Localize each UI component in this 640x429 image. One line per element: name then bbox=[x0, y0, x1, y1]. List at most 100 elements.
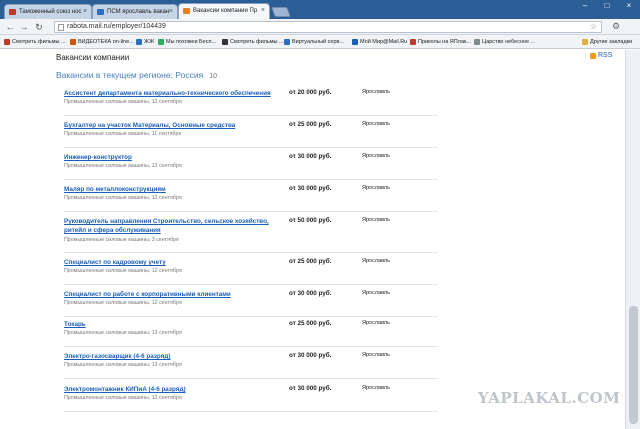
vacancy-company-date: Промышленные силовые машины, 13 сентября bbox=[64, 163, 182, 169]
vacancy-row: Электро-газосварщик (4-6 разряд) Промышл… bbox=[64, 352, 438, 379]
tab-favicon-icon bbox=[9, 9, 16, 15]
vacancy-row: Маляр по металлоконструкциям Промышленны… bbox=[64, 185, 438, 212]
vacancy-company-date: Промышленные силовые машины, 12 сентября bbox=[64, 195, 182, 201]
tab-label: Таможенный союз нос bbox=[19, 9, 82, 15]
vacancy-row: Бухгалтер на участок Материалы, Основные… bbox=[64, 121, 438, 148]
vacancy-row: Электромонтажник КИПиА (4-6 разряд) Пром… bbox=[64, 385, 438, 412]
forward-icon[interactable]: → bbox=[18, 21, 30, 33]
bookmark-label: Виртуальный серв... bbox=[292, 39, 345, 45]
bookmark-item[interactable]: Мой Мир@Mail.Ru bbox=[352, 37, 407, 47]
vacancy-city: Ярославль bbox=[362, 185, 390, 191]
bookmark-label: ВИДЕОТЕКА on-line... bbox=[78, 39, 134, 45]
bookmark-item[interactable]: Смотреть фильмы ... bbox=[222, 37, 284, 47]
rss-link[interactable]: RSS bbox=[590, 52, 612, 59]
vacancy-salary: от 50 000 руб. bbox=[289, 217, 332, 224]
vacancy-company-date: Промышленные силовые машины, 3 сентября bbox=[64, 237, 179, 243]
tab-3-active[interactable]: Вакансии компании Пр × bbox=[178, 3, 270, 19]
other-bookmarks[interactable]: Другие закладки bbox=[582, 37, 632, 47]
bookmark-item[interactable]: Смотреть фильмы ... bbox=[4, 37, 66, 47]
vacancy-title-link[interactable]: Токарь bbox=[64, 320, 274, 329]
vacancy-title-link[interactable]: Специалист по работе с корпоративными кл… bbox=[64, 290, 274, 299]
vacancy-salary: от 30 000 руб. bbox=[289, 352, 332, 359]
vacancy-salary: от 25 000 руб. bbox=[289, 258, 332, 265]
vacancy-title-link[interactable]: Специалист по кадровому учету bbox=[64, 258, 274, 267]
bookmark-item[interactable]: Царство небесное ... bbox=[474, 37, 535, 47]
vacancy-company-date: Промышленные силовые машины, 12 сентября bbox=[64, 300, 182, 306]
vacancy-city: Ярославль bbox=[362, 290, 390, 296]
bookmark-label: ЖЖ bbox=[144, 39, 155, 45]
scrollbar-thumb[interactable] bbox=[629, 306, 638, 424]
close-tab-icon[interactable]: × bbox=[83, 8, 87, 15]
bookmark-favicon-icon bbox=[410, 39, 416, 45]
vacancy-city: Ярославль bbox=[362, 258, 390, 264]
bookmark-label: Смотреть фильмы ... bbox=[12, 39, 66, 45]
bookmark-item[interactable]: Мы похожеи Бесп... bbox=[158, 37, 216, 47]
bookmark-favicon-icon bbox=[284, 39, 290, 45]
wrench-menu-icon[interactable]: ⚙ bbox=[612, 21, 620, 32]
bookmark-favicon-icon bbox=[70, 39, 76, 45]
region-count: 10 bbox=[209, 73, 217, 80]
bookmark-item[interactable]: Виртуальный серв... bbox=[284, 37, 344, 47]
close-tab-icon[interactable]: × bbox=[261, 7, 265, 14]
bookmark-favicon-icon bbox=[4, 39, 10, 45]
bookmark-star-icon[interactable]: ☆ bbox=[590, 22, 597, 32]
vacancy-title-link[interactable]: Ассистент департамента материально-техни… bbox=[64, 89, 274, 98]
vacancy-salary: от 20 000 руб. bbox=[289, 89, 332, 96]
vacancy-row: Ассистент департамента материально-техни… bbox=[64, 89, 438, 116]
vacancy-salary: от 30 000 руб. bbox=[289, 385, 332, 392]
tab-label: Вакансии компании Пр bbox=[193, 8, 258, 14]
vacancy-company-date: Промышленные силовые машины, 13 сентября bbox=[64, 330, 182, 336]
bookmark-label: Приколы на ЯПлак... bbox=[418, 39, 471, 45]
vacancy-row: Руководитель направления Строительство, … bbox=[64, 217, 438, 253]
bookmark-item[interactable]: ВИДЕОТЕКА on-line... bbox=[70, 37, 134, 47]
bookmark-favicon-icon bbox=[136, 39, 142, 45]
close-window-icon[interactable]: × bbox=[618, 0, 640, 13]
maximize-icon[interactable]: □ bbox=[596, 0, 618, 13]
tab-1[interactable]: Таможенный союз нос × bbox=[4, 4, 92, 19]
vacancy-company-date: Промышленные силовые машины, 12 сентября bbox=[64, 99, 182, 105]
bookmark-label: Другие закладки bbox=[590, 39, 633, 45]
minimize-icon[interactable]: – bbox=[574, 0, 596, 13]
tab-favicon-icon bbox=[97, 9, 104, 15]
vacancy-salary: от 30 000 руб. bbox=[289, 185, 332, 192]
vacancy-salary: от 25 000 руб. bbox=[289, 320, 332, 327]
page-title: Вакансии компании bbox=[56, 53, 130, 62]
vacancy-company-date: Промышленные силовые машины, 13 сентября bbox=[64, 362, 182, 368]
vacancy-company-date: Промышленные силовые машины, 11 сентября bbox=[64, 131, 182, 137]
back-icon[interactable]: ← bbox=[4, 21, 16, 33]
reload-icon[interactable]: ↻ bbox=[33, 21, 45, 33]
vacancy-title-link[interactable]: Маляр по металлоконструкциям bbox=[64, 185, 274, 194]
vacancy-city: Ярославль bbox=[362, 352, 390, 358]
vacancy-city: Ярославль bbox=[362, 217, 390, 223]
folder-icon bbox=[582, 39, 588, 45]
tab-strip: Таможенный союз нос × ПСМ ярославль вака… bbox=[0, 0, 640, 19]
vacancy-company-date: Промышленные силовые машины, 12 сентября bbox=[64, 395, 182, 401]
vacancy-row: Инженер-конструктор Промышленные силовые… bbox=[64, 153, 438, 180]
bookmark-item[interactable]: ЖЖ bbox=[136, 37, 154, 47]
vacancy-salary: от 25 000 руб. bbox=[289, 121, 332, 128]
vacancy-title-link[interactable]: Руководитель направления Строительство, … bbox=[64, 217, 274, 235]
vacancy-salary: от 30 000 руб. bbox=[289, 153, 332, 160]
vacancy-row: Специалист по кадровому учету Промышленн… bbox=[64, 258, 438, 285]
bookmark-favicon-icon bbox=[474, 39, 480, 45]
rss-label: RSS bbox=[598, 52, 613, 59]
tab-2[interactable]: ПСМ ярославль вакан × bbox=[92, 4, 178, 19]
vacancy-city: Ярославль bbox=[362, 121, 390, 127]
watermark-logo: YAPLAKAL.COM bbox=[478, 389, 621, 407]
vacancy-title-link[interactable]: Электро-газосварщик (4-6 разряд) bbox=[64, 352, 274, 361]
vacancy-city: Ярославль bbox=[362, 89, 390, 95]
vacancy-row: Токарь Промышленные силовые машины, 13 с… bbox=[64, 320, 438, 347]
vacancy-city: Ярославль bbox=[362, 320, 390, 326]
bookmark-item[interactable]: Приколы на ЯПлак... bbox=[410, 37, 471, 47]
vacancy-title-link[interactable]: Инженер-конструктор bbox=[64, 153, 274, 162]
vacancy-title-link[interactable]: Бухгалтер на участок Материалы, Основные… bbox=[64, 121, 274, 130]
tab-favicon-icon bbox=[183, 8, 190, 14]
close-tab-icon[interactable]: × bbox=[169, 8, 173, 15]
address-bar[interactable]: rabota.mail.ru/employer/104439 ☆ bbox=[54, 21, 602, 33]
vacancy-title-link[interactable]: Электромонтажник КИПиА (4-6 разряд) bbox=[64, 385, 274, 394]
bookmark-favicon-icon bbox=[222, 39, 228, 45]
vertical-scrollbar[interactable] bbox=[625, 50, 640, 429]
bookmark-label: Царство небесное ... bbox=[482, 39, 536, 45]
new-tab-button[interactable] bbox=[271, 7, 291, 17]
bookmark-label: Мой Мир@Mail.Ru bbox=[360, 39, 408, 45]
